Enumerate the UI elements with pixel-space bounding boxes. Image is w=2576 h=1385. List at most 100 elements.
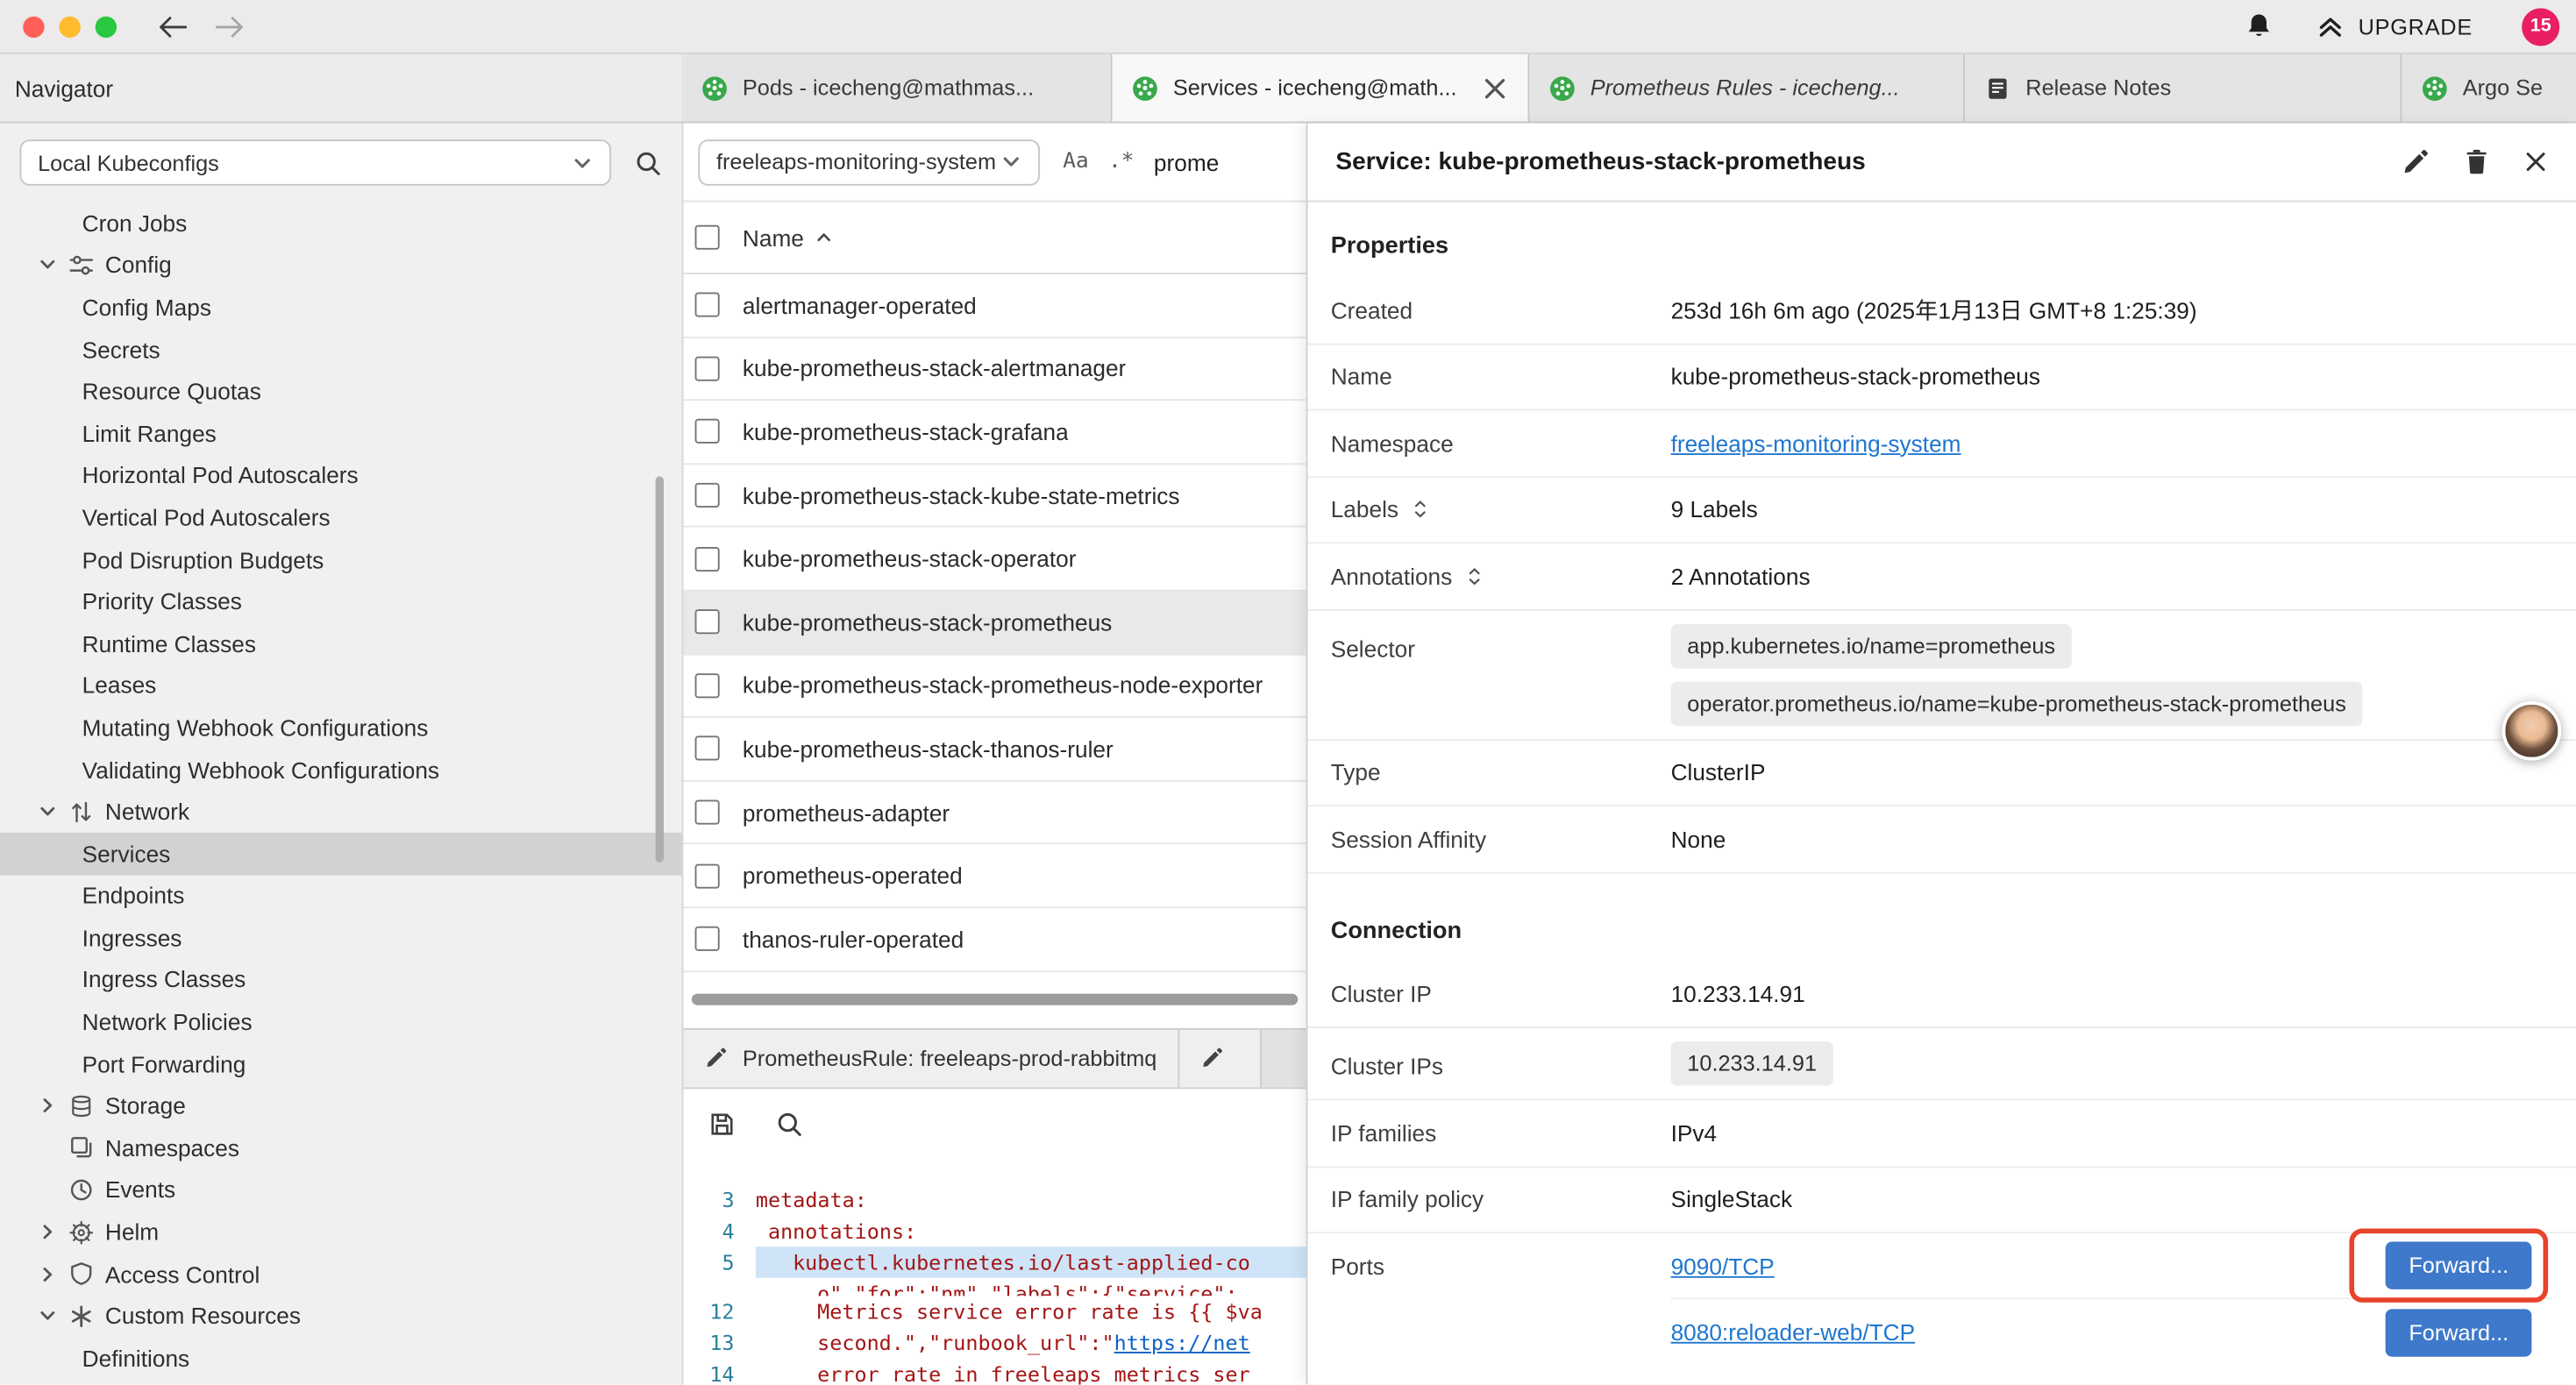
table-row-kube-prometheus-stack-prometheus-node-exporter[interactable]: kube-prometheus-stack-prometheus-node-ex…	[683, 655, 1306, 718]
row-checkbox[interactable]	[695, 927, 720, 951]
sidebar-item-pod-disruption-budgets[interactable]: Pod Disruption Budgets	[0, 538, 682, 580]
row-checkbox[interactable]	[695, 546, 720, 571]
tab-prometheus-rules-icecheng[interactable]: Prometheus Rules - icecheng...	[1529, 54, 1965, 122]
minimize-window-button[interactable]	[59, 16, 80, 37]
sidebar-item-endpoints[interactable]: Endpoints	[0, 875, 682, 917]
row-checkbox[interactable]	[695, 800, 720, 825]
sidebar-item-label: Mutating Webhook Configurations	[82, 714, 429, 741]
sidebar-item-definitions[interactable]: Definitions	[0, 1337, 682, 1379]
select-all-checkbox[interactable]	[695, 225, 720, 250]
sidebar-item-cron-jobs[interactable]: Cron Jobs	[0, 202, 682, 244]
close-window-button[interactable]	[23, 16, 44, 37]
sidebar-item-network-policies[interactable]: Network Policies	[0, 1001, 682, 1043]
expander-icon[interactable]	[1465, 565, 1484, 587]
sidebar-item-ingress-classes[interactable]: Ingress Classes	[0, 959, 682, 1001]
services-list-panel: freeleaps-monitoring-system Aa .* prome …	[682, 124, 1306, 1385]
sidebar-item-priority-classes[interactable]: Priority Classes	[0, 580, 682, 622]
table-row-thanos-ruler-operated[interactable]: thanos-ruler-operated	[683, 908, 1306, 971]
sidebar-item-helm[interactable]: Helm	[0, 1211, 682, 1253]
row-checkbox[interactable]	[695, 673, 720, 698]
sidebar-item-ingresses[interactable]: Ingresses	[0, 917, 682, 959]
table-row-kube-prometheus-stack-grafana[interactable]: kube-prometheus-stack-grafana	[683, 401, 1306, 465]
sidebar-item-secrets[interactable]: Secrets	[0, 328, 682, 370]
table-row-kube-prometheus-stack-operator[interactable]: kube-prometheus-stack-operator	[683, 528, 1306, 591]
zoom-window-button[interactable]	[96, 16, 117, 37]
tab-release-notes[interactable]: Release Notes	[1965, 54, 2402, 122]
table-row-kube-prometheus-stack-thanos-ruler[interactable]: kube-prometheus-stack-thanos-ruler	[683, 718, 1306, 781]
editor-search-icon[interactable]	[775, 1111, 803, 1139]
sidebar-item-runtime-classes[interactable]: Runtime Classes	[0, 622, 682, 664]
navigator-tree: Cron JobsConfigConfig MapsSecretsResourc…	[0, 202, 682, 1379]
sidebar-item-vertical-pod-autoscalers[interactable]: Vertical Pod Autoscalers	[0, 496, 682, 538]
sidebar-item-storage[interactable]: Storage	[0, 1085, 682, 1127]
chevron-down-icon	[572, 152, 593, 173]
back-icon[interactable]	[156, 14, 189, 39]
service-name: kube-prometheus-stack-prometheus-node-ex…	[743, 672, 1263, 699]
sidebar-search-icon[interactable]	[634, 149, 662, 177]
user-avatar[interactable]	[2502, 701, 2561, 760]
sidebar-item-events[interactable]: Events	[0, 1168, 682, 1211]
match-case-toggle[interactable]: Aa	[1063, 150, 1088, 174]
row-checkbox[interactable]	[695, 356, 720, 380]
sidebar-item-access-control[interactable]: Access Control	[0, 1253, 682, 1295]
row-checkbox[interactable]	[695, 293, 720, 317]
table-row-kube-prometheus-stack-alertmanager[interactable]: kube-prometheus-stack-alertmanager	[683, 337, 1306, 401]
notification-badge[interactable]: 15	[2522, 7, 2559, 45]
details-value: 2 Annotations	[1671, 563, 2553, 589]
sidebar-item-custom-resources[interactable]: Custom Resources	[0, 1295, 682, 1337]
upgrade-button[interactable]: UPGRADE	[2317, 12, 2473, 40]
regex-toggle[interactable]: .*	[1108, 150, 1134, 174]
port-link[interactable]: 8080:reloader-web/TCP	[1671, 1319, 1916, 1346]
dock-tab-partial-1[interactable]	[1180, 1029, 1263, 1087]
horizontal-scrollbar[interactable]	[683, 971, 1306, 1027]
kubeconfig-selector[interactable]: Local Kubeconfigs	[19, 139, 611, 185]
tab-services-icecheng-math[interactable]: Services - icecheng@math...	[1113, 54, 1530, 122]
namespace-selector[interactable]: freeleaps-monitoring-system	[698, 138, 1040, 184]
port-forward-button[interactable]: Forward...	[2386, 1242, 2531, 1289]
yaml-editor[interactable]: 3metadata:4annotations:5kubectl.kubernet…	[683, 1161, 1306, 1385]
sidebar-item-port-forwarding[interactable]: Port Forwarding	[0, 1043, 682, 1085]
search-query[interactable]: prome	[1154, 149, 1219, 175]
notifications-bell-icon[interactable]	[2245, 11, 2274, 41]
tab-argo-se[interactable]: Argo Se	[2402, 54, 2576, 122]
table-row-prometheus-operated[interactable]: prometheus-operated	[683, 845, 1306, 908]
sidebar-item-limit-ranges[interactable]: Limit Ranges	[0, 412, 682, 454]
sidebar-item-resource-quotas[interactable]: Resource Quotas	[0, 370, 682, 412]
dock-tab-prometheusrule-freeleaps-prod-rabbitmq[interactable]: PrometheusRule: freeleaps-prod-rabbitmq	[683, 1029, 1179, 1087]
row-checkbox[interactable]	[695, 420, 720, 444]
sidebar-item-leases[interactable]: Leases	[0, 664, 682, 707]
row-checkbox[interactable]	[695, 483, 720, 508]
namespace-link[interactable]: freeleaps-monitoring-system	[1671, 430, 1961, 456]
sidebar-item-mutating-webhook-configurations[interactable]: Mutating Webhook Configurations	[0, 707, 682, 749]
delete-icon[interactable]	[2463, 148, 2491, 176]
sidebar-item-config-maps[interactable]: Config Maps	[0, 286, 682, 328]
row-checkbox[interactable]	[695, 863, 720, 888]
sidebar-item-services[interactable]: Services	[0, 833, 682, 875]
table-row-prometheus-adapter[interactable]: prometheus-adapter	[683, 781, 1306, 844]
details-row-labels: Labels9 Labels	[1307, 477, 2576, 543]
close-tab-icon[interactable]	[1482, 75, 1508, 101]
name-column-header[interactable]: Name	[743, 224, 834, 251]
dock-tab-bar: PrometheusRule: freeleaps-prod-rabbitmq	[683, 1027, 1306, 1088]
row-checkbox[interactable]	[695, 736, 720, 761]
sidebar-item-config[interactable]: Config	[0, 244, 682, 286]
sidebar-item-validating-webhook-configurations[interactable]: Validating Webhook Configurations	[0, 749, 682, 791]
sidebar-scrollbar[interactable]	[656, 476, 664, 862]
sidebar-item-namespaces[interactable]: Namespaces	[0, 1126, 682, 1168]
close-icon[interactable]	[2523, 150, 2548, 174]
port-forward-button[interactable]: Forward...	[2386, 1308, 2531, 1355]
forward-icon[interactable]	[214, 14, 246, 39]
table-row-alertmanager-operated[interactable]: alertmanager-operated	[683, 274, 1306, 337]
table-row-kube-prometheus-stack-kube-state-metrics[interactable]: kube-prometheus-stack-kube-state-metrics	[683, 465, 1306, 528]
edit-icon[interactable]	[2402, 148, 2430, 176]
row-checkbox[interactable]	[695, 610, 720, 635]
sidebar-item-horizontal-pod-autoscalers[interactable]: Horizontal Pod Autoscalers	[0, 454, 682, 496]
scrollbar-thumb[interactable]	[692, 994, 1298, 1005]
port-link[interactable]: 9090/TCP	[1671, 1253, 1775, 1279]
sidebar-item-network[interactable]: Network	[0, 791, 682, 833]
save-icon[interactable]	[708, 1111, 737, 1139]
expander-icon[interactable]	[1412, 498, 1430, 521]
table-row-kube-prometheus-stack-prometheus[interactable]: kube-prometheus-stack-prometheus	[683, 591, 1306, 654]
details-row-ip-families: IP familiesIPv4	[1307, 1100, 2576, 1167]
tab-pods-icecheng-mathmas[interactable]: Pods - icecheng@mathmas...	[682, 54, 1113, 122]
